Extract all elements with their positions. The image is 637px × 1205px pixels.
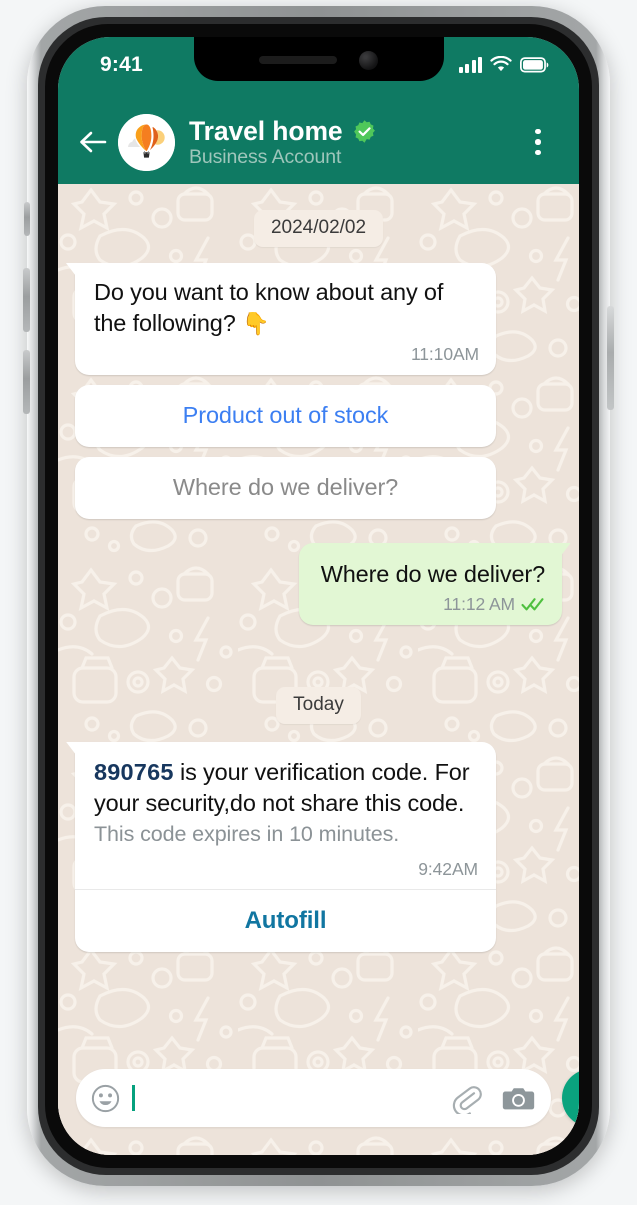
header-title-row: Travel home <box>189 116 523 147</box>
outgoing-message-text: Where do we deliver? <box>320 560 545 587</box>
phone-device-frame: 9:41 Travel home Business Account 2024/0… <box>23 6 614 1186</box>
verification-code: 890765 <box>94 758 174 785</box>
power-button[interactable] <box>607 306 614 410</box>
incoming-message-bubble[interactable]: Do you want to know about any of the fol… <box>75 263 496 375</box>
verified-badge-icon <box>353 119 375 143</box>
emoji-smiley-icon[interactable] <box>91 1084 120 1113</box>
pointing-down-emoji: 👇 <box>242 311 270 337</box>
camera-icon[interactable] <box>502 1084 535 1113</box>
microphone-icon <box>577 1082 580 1114</box>
verification-expiry-note: This code expires in 10 minutes. <box>94 822 400 847</box>
message-input-container[interactable] <box>76 1069 551 1127</box>
contact-subtitle: Business Account <box>189 145 342 168</box>
message-meta: 11:12 AM <box>321 594 545 615</box>
message-row-outgoing: Where do we deliver? 11:12 AM <box>75 542 562 625</box>
outgoing-message-bubble[interactable]: Where do we deliver? 11:12 AM <box>298 542 562 625</box>
message-composer-bar <box>58 1059 579 1155</box>
volume-up-button[interactable] <box>23 268 30 332</box>
verification-code-card[interactable]: 890765 is your verification code. For yo… <box>75 741 496 953</box>
incoming-message-text: Do you want to know about any of the fol… <box>94 277 479 340</box>
device-notch <box>193 37 444 81</box>
hot-air-balloon-avatar <box>118 113 175 171</box>
status-bar-time: 9:41 <box>100 53 143 76</box>
overflow-menu-icon[interactable] <box>523 122 553 162</box>
quick-reply-label: Product out of stock <box>182 402 389 428</box>
message-input[interactable] <box>144 1084 441 1112</box>
avatar[interactable] <box>118 113 175 171</box>
status-bar: 9:41 <box>58 37 579 100</box>
verification-message-time: 9:42AM <box>418 859 478 880</box>
message-row-incoming: Do you want to know about any of the fol… <box>75 263 562 375</box>
battery-icon <box>520 56 549 73</box>
phone-screen: 9:41 Travel home Business Account 2024/0… <box>58 37 579 1155</box>
verification-card-body: 890765 is your verification code. For yo… <box>75 742 496 890</box>
status-bar-icons <box>458 56 550 73</box>
chat-header: Travel home Business Account <box>58 100 579 184</box>
quick-reply-where-do-we-deliver[interactable]: Where do we deliver? <box>75 456 496 519</box>
date-separator-today: Today <box>276 686 361 724</box>
mute-switch-button[interactable] <box>24 202 30 236</box>
voice-record-button[interactable] <box>561 1069 580 1127</box>
message-row-verification: 890765 is your verification code. For yo… <box>75 741 562 953</box>
incoming-message-time: 11:10AM <box>410 343 479 364</box>
autofill-button-label: Autofill <box>244 907 327 935</box>
paperclip-icon[interactable] <box>451 1083 482 1114</box>
page-title: Travel home <box>189 115 343 146</box>
outgoing-message-time: 11:12 AM <box>443 593 515 614</box>
quick-reply-product-out-of-stock[interactable]: Product out of stock <box>75 384 496 447</box>
earpiece-speaker <box>259 56 337 64</box>
double-check-read-icon <box>521 598 544 611</box>
wifi-icon <box>490 56 512 72</box>
date-separator-row: 2024/02/02 <box>75 210 562 247</box>
cellular-signal-icon <box>458 56 482 73</box>
date-separator-row: Today <box>75 686 562 724</box>
front-camera-icon <box>359 50 378 70</box>
text-cursor <box>132 1085 135 1111</box>
chat-message-list[interactable]: 2024/02/02 Do you want to know about any… <box>58 184 579 1155</box>
autofill-button[interactable]: Autofill <box>75 890 496 952</box>
header-text-group: Travel home Business Account <box>189 116 523 169</box>
volume-down-button[interactable] <box>23 350 30 414</box>
message-meta: 11:10AM <box>94 344 479 365</box>
date-separator-first: 2024/02/02 <box>253 210 384 247</box>
messages-container: 2024/02/02 Do you want to know about any… <box>58 184 579 1155</box>
verification-message-text: 890765 is your verification code. For yo… <box>94 757 478 820</box>
quick-reply-label: Where do we deliver? <box>172 474 399 500</box>
back-button[interactable] <box>74 122 114 162</box>
message-meta: 9:42AM <box>94 859 478 880</box>
back-arrow-icon <box>80 131 107 153</box>
